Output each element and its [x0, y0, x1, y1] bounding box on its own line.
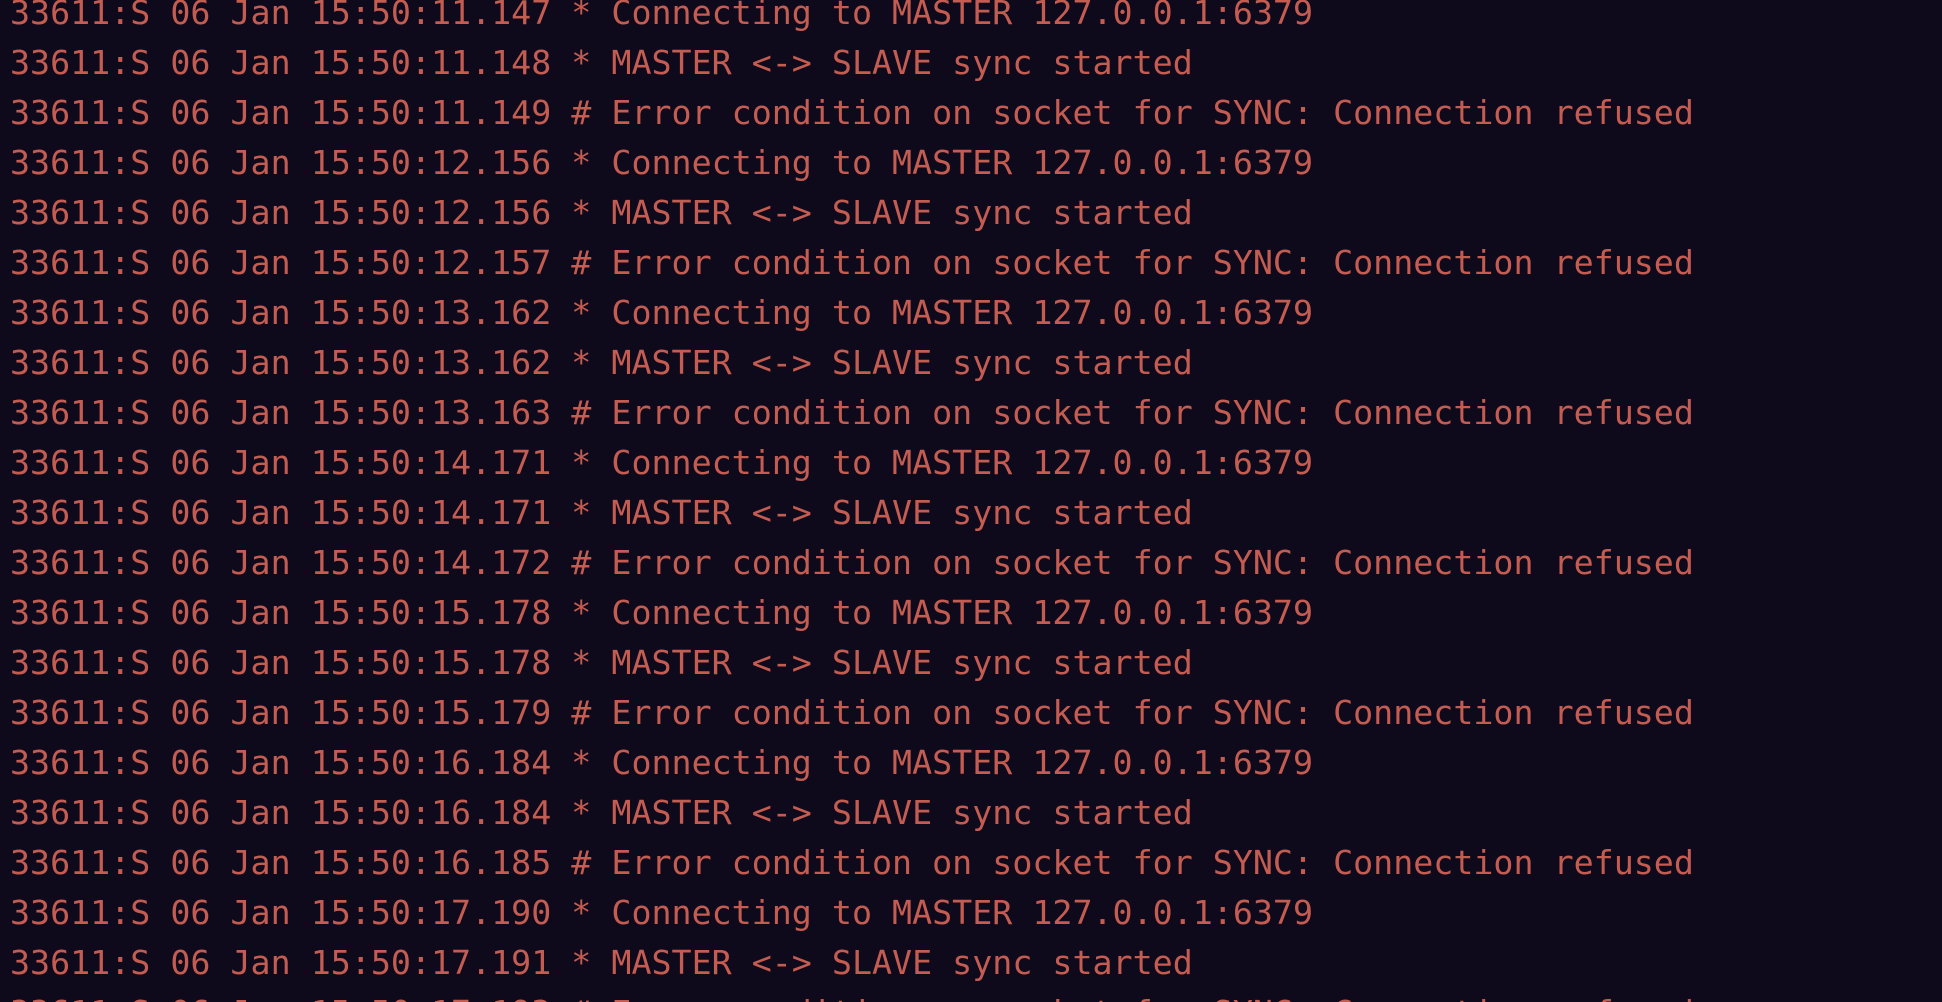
log-line: 33611:S 06 Jan 15:50:11.148 * MASTER <->…: [10, 43, 1193, 82]
log-line: 33611:S 06 Jan 15:50:15.178 * Connecting…: [10, 593, 1314, 632]
log-line: 33611:S 06 Jan 15:50:17.193 # Error cond…: [10, 988, 1694, 1002]
log-line: 33611:S 06 Jan 15:50:14.172 # Error cond…: [10, 543, 1694, 582]
log-line: 33611:S 06 Jan 15:50:11.149 # Error cond…: [10, 93, 1694, 132]
log-line: 33611:S 06 Jan 15:50:13.162 * Connecting…: [10, 293, 1314, 332]
log-line: 33611:S 06 Jan 15:50:16.184 * MASTER <->…: [10, 793, 1193, 832]
log-line: 33611:S 06 Jan 15:50:12.157 # Error cond…: [10, 243, 1694, 282]
log-line: 33611:S 06 Jan 15:50:17.190 * Connecting…: [10, 893, 1314, 932]
log-output: 33611:S 06 Jan 15:50:11.147 * Connecting…: [10, 0, 1694, 1002]
log-line: 33611:S 06 Jan 15:50:17.191 * MASTER <->…: [10, 943, 1193, 982]
log-line: 33611:S 06 Jan 15:50:13.162 * MASTER <->…: [10, 343, 1193, 382]
terminal-window[interactable]: 33611:S 06 Jan 15:50:11.147 * Connecting…: [0, 0, 1942, 1002]
log-line: 33611:S 06 Jan 15:50:11.147 * Connecting…: [10, 0, 1314, 32]
log-line: 33611:S 06 Jan 15:50:13.163 # Error cond…: [10, 393, 1694, 432]
log-line: 33611:S 06 Jan 15:50:12.156 * MASTER <->…: [10, 193, 1193, 232]
log-line: 33611:S 06 Jan 15:50:14.171 * MASTER <->…: [10, 493, 1193, 532]
log-line: 33611:S 06 Jan 15:50:16.184 * Connecting…: [10, 743, 1314, 782]
log-line: 33611:S 06 Jan 15:50:15.179 # Error cond…: [10, 693, 1694, 732]
log-line: 33611:S 06 Jan 15:50:16.185 # Error cond…: [10, 843, 1694, 882]
log-line: 33611:S 06 Jan 15:50:12.156 * Connecting…: [10, 143, 1314, 182]
log-line: 33611:S 06 Jan 15:50:15.178 * MASTER <->…: [10, 643, 1193, 682]
log-line: 33611:S 06 Jan 15:50:14.171 * Connecting…: [10, 443, 1314, 482]
